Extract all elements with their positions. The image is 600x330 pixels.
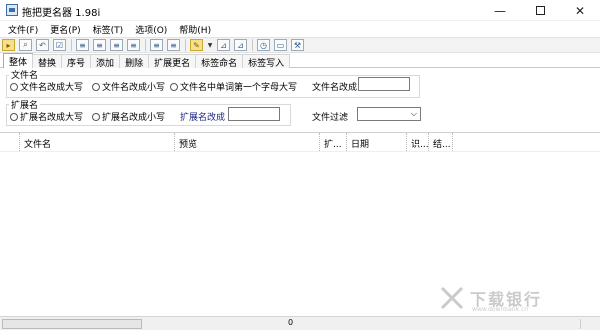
toolbar-separator (185, 39, 186, 51)
menu-options[interactable]: 选项(O) (131, 21, 171, 37)
radio-label: 扩展名改成小写 (102, 113, 166, 123)
menu-rename[interactable]: 更名(P) (46, 21, 84, 37)
radio-filename-capitalize[interactable]: 文件名中单词第一个字母大写 (170, 80, 297, 93)
open-folder-icon[interactable]: ▸ (2, 39, 15, 51)
tab-sequence[interactable]: 序号 (61, 54, 92, 69)
search-icon[interactable]: ⌕ (19, 39, 32, 51)
minimize-button[interactable]: — (480, 0, 520, 21)
status-bar: 0 (0, 316, 600, 330)
filename-rename-label: 文件名改成 (312, 83, 358, 93)
title-bar: 拖把更名器 1.98i — ✕ (0, 0, 600, 21)
tag-edit-icon[interactable]: ⊿ (234, 39, 247, 51)
list-icon[interactable]: ≡ (150, 39, 163, 51)
close-button[interactable]: ✕ (560, 0, 600, 21)
list-icon[interactable]: ≡ (76, 39, 89, 51)
menu-bar: 文件(F) 更名(P) 标签(T) 选项(O) 帮助(H) (0, 21, 600, 37)
radio-ext-lower[interactable]: 扩展名改成小写 (92, 110, 165, 123)
tab-bar: 整体 替换 序号 添加 删除 扩展更名 标签命名 标签写入 (0, 53, 600, 69)
status-grip (580, 319, 596, 329)
column-header-extension[interactable]: 扩... (320, 133, 347, 151)
tab-tag-naming[interactable]: 标签命名 (195, 54, 244, 69)
chevron-down-icon: ⌵ (410, 109, 417, 118)
app-icon (6, 4, 18, 16)
ext-rename-input[interactable] (228, 107, 280, 121)
list-icon[interactable]: ≡ (127, 39, 140, 51)
checkbox-icon[interactable]: ☑ (53, 39, 66, 51)
list-icon[interactable]: ≡ (167, 39, 180, 51)
watermark: 下载银行 www.downbank.cn (440, 286, 590, 313)
tag-icon[interactable]: ⊿ (217, 39, 230, 51)
file-count: 0 (288, 318, 294, 327)
pen-icon[interactable]: ✎ (190, 39, 203, 51)
radio-circle-icon (92, 82, 100, 91)
column-header-result[interactable]: 结... (429, 133, 453, 151)
watermark-logo-icon (440, 286, 464, 310)
radio-label: 文件名改成小写 (102, 83, 166, 93)
toolbar-separator (71, 39, 72, 51)
tab-delete[interactable]: 删除 (119, 54, 150, 69)
radio-filename-upper[interactable]: 文件名改成大写 (10, 80, 83, 93)
radio-filename-lower[interactable]: 文件名改成小写 (92, 80, 165, 93)
menu-tag[interactable]: 标签(T) (89, 21, 128, 37)
radio-circle-icon (10, 82, 18, 91)
wrench-icon[interactable]: ⚒ (291, 39, 304, 51)
list-icon[interactable]: ≡ (93, 39, 106, 51)
column-header-checkbox[interactable] (0, 133, 20, 151)
toolbar: ▸ ⌕ ↶ ☑ ≡ ≡ ≡ ≡ ≡ ≡ ✎ ▼ ⊿ ⊿ ◷ ▭ ⚒ (0, 37, 600, 53)
header-divider (0, 151, 600, 152)
menu-help[interactable]: 帮助(H) (175, 21, 215, 37)
tab-ext-rename[interactable]: 扩展更名 (148, 54, 197, 69)
filter-select[interactable]: ⌵ (357, 107, 421, 121)
window-icon[interactable]: ▭ (274, 39, 287, 51)
radio-label: 文件名中单词第一个字母大写 (180, 83, 298, 93)
tab-tag-write[interactable]: 标签写入 (242, 54, 291, 69)
radio-circle-icon (10, 112, 18, 121)
radio-label: 文件名改成大写 (20, 83, 84, 93)
undo-icon[interactable]: ↶ (36, 39, 49, 51)
progress-bar (2, 319, 142, 329)
ext-rename-label: 扩展名改成 (180, 113, 226, 123)
menu-file[interactable]: 文件(F) (4, 21, 42, 37)
tab-add[interactable]: 添加 (90, 54, 121, 69)
toolbar-separator (145, 39, 146, 51)
filename-rename-input[interactable] (358, 77, 410, 91)
list-icon[interactable]: ≡ (110, 39, 123, 51)
clock-icon[interactable]: ◷ (257, 39, 270, 51)
filter-label: 文件过滤 (312, 113, 349, 123)
watermark-url: www.downbank.cn (472, 306, 529, 313)
dropdown-arrow-icon[interactable]: ▼ (207, 39, 213, 51)
column-header-identify[interactable]: 识... (407, 133, 429, 151)
radio-label: 扩展名改成大写 (20, 113, 84, 123)
toolbar-separator (252, 39, 253, 51)
column-header-filename[interactable]: 文件名 (20, 133, 175, 151)
radio-ext-upper[interactable]: 扩展名改成大写 (10, 110, 83, 123)
column-header-date[interactable]: 日期 (347, 133, 407, 151)
radio-circle-icon (170, 82, 178, 91)
maximize-button[interactable] (520, 0, 560, 21)
tab-replace[interactable]: 替换 (32, 54, 63, 69)
tab-overall[interactable]: 整体 (3, 53, 34, 68)
radio-circle-icon (92, 112, 100, 121)
column-header-preview[interactable]: 预览 (175, 133, 320, 151)
window-title: 拖把更名器 1.98i (22, 8, 101, 19)
